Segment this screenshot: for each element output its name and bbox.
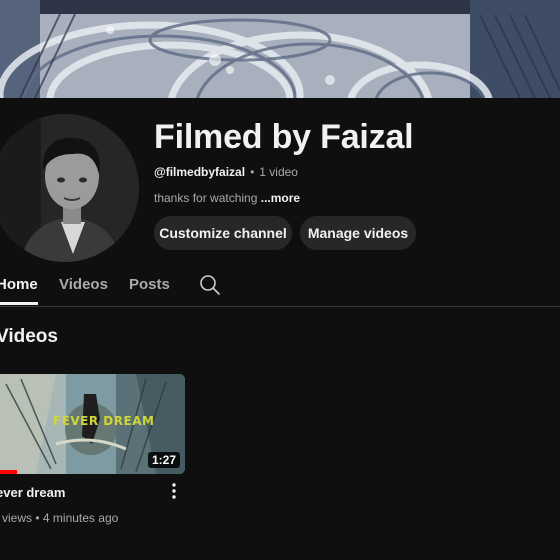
channel-title: Filmed by Faizal xyxy=(154,118,414,156)
tab-videos[interactable]: Videos xyxy=(59,276,108,293)
videos-section-heading: Videos xyxy=(0,326,58,347)
video-meta: views • 4 minutes ago xyxy=(2,511,118,525)
thumbnail-overlay-text: FEVER DREAM xyxy=(53,414,155,428)
video-count: 1 video xyxy=(259,165,298,179)
video-views: views xyxy=(2,511,33,525)
video-age: 4 minutes ago xyxy=(42,511,119,525)
watch-progress-bar xyxy=(0,470,17,474)
video-duration: 1:27 xyxy=(147,452,180,468)
active-tab-indicator xyxy=(0,302,38,305)
search-icon[interactable] xyxy=(199,274,221,301)
tab-home[interactable]: Home xyxy=(0,276,38,293)
channel-meta: @filmedbyfaizal • 1 video xyxy=(154,165,298,179)
channel-description[interactable]: thanks for watching ...more xyxy=(154,191,300,205)
description-text: thanks for watching xyxy=(154,191,258,205)
tab-posts[interactable]: Posts xyxy=(129,276,170,293)
channel-avatar[interactable] xyxy=(0,114,139,262)
video-thumbnail[interactable]: FEVER DREAM 1:27 xyxy=(0,374,185,474)
channel-banner xyxy=(0,0,560,98)
video-meta-separator: • xyxy=(35,511,40,525)
more-vert-icon[interactable] xyxy=(168,482,180,500)
manage-videos-button[interactable]: Manage videos xyxy=(300,216,416,250)
meta-separator: • xyxy=(250,165,255,179)
channel-handle[interactable]: @filmedbyfaizal xyxy=(154,165,245,179)
description-more-link[interactable]: ...more xyxy=(261,191,300,205)
channel-tabs: Home Videos Posts xyxy=(0,266,560,307)
customize-channel-button[interactable]: Customize channel xyxy=(154,216,292,250)
video-title[interactable]: ever dream xyxy=(0,485,65,500)
